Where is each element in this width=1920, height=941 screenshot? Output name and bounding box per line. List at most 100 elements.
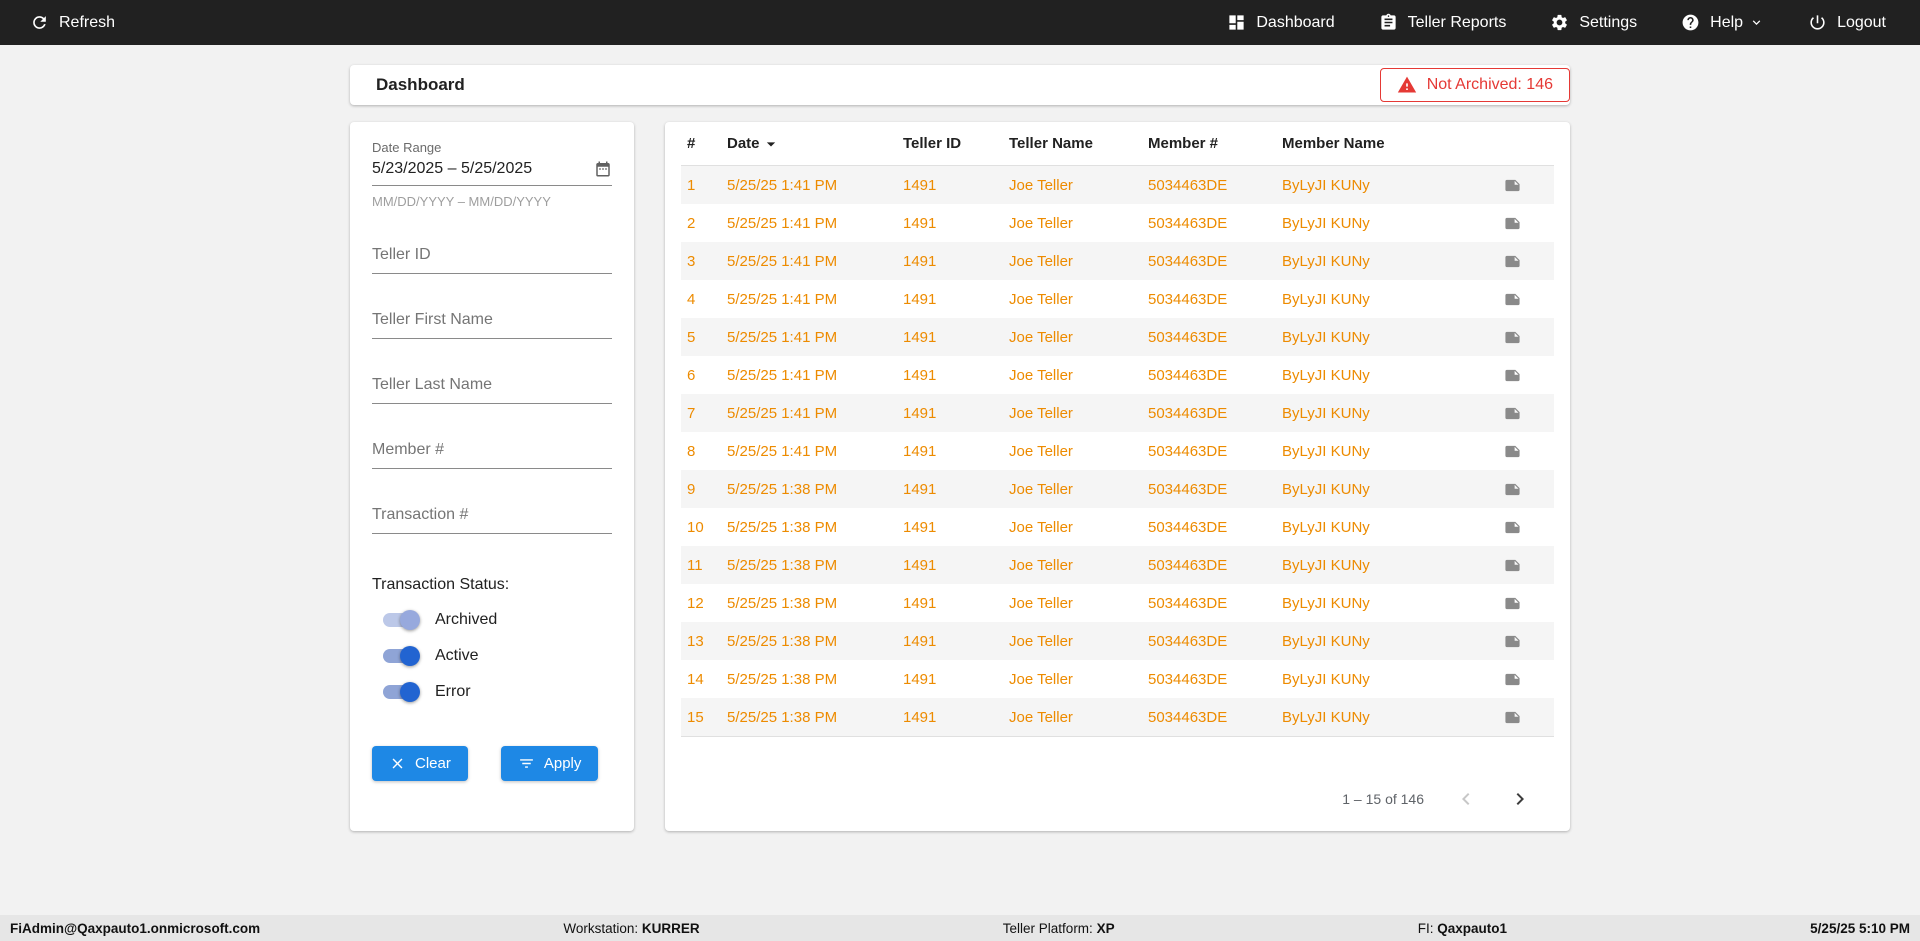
table-row[interactable]: 10 5/25/25 1:38 PM 1491 Joe Teller 50344… bbox=[681, 508, 1554, 546]
refresh-label: Refresh bbox=[59, 13, 116, 31]
note-icon[interactable] bbox=[1504, 481, 1521, 498]
table-row[interactable]: 3 5/25/25 1:41 PM 1491 Joe Teller 503446… bbox=[681, 242, 1554, 280]
table-row[interactable]: 15 5/25/25 1:38 PM 1491 Joe Teller 50344… bbox=[681, 698, 1554, 736]
note-icon[interactable] bbox=[1504, 595, 1521, 612]
table-body: 1 5/25/25 1:41 PM 1491 Joe Teller 503446… bbox=[681, 166, 1554, 737]
date-range-field bbox=[372, 155, 612, 186]
cell-date: 5/25/25 1:41 PM bbox=[727, 252, 838, 270]
table-row[interactable]: 6 5/25/25 1:41 PM 1491 Joe Teller 503446… bbox=[681, 356, 1554, 394]
table-row[interactable]: 8 5/25/25 1:41 PM 1491 Joe Teller 503446… bbox=[681, 432, 1554, 470]
active-switch[interactable] bbox=[382, 646, 420, 666]
cell-member-name: ByLyJI KUNy bbox=[1282, 480, 1370, 498]
cell-teller-id: 1491 bbox=[903, 442, 937, 460]
cell-note bbox=[1504, 367, 1548, 384]
table-row[interactable]: 4 5/25/25 1:41 PM 1491 Joe Teller 503446… bbox=[681, 280, 1554, 318]
cell-member-name: ByLyJI KUNy bbox=[1282, 670, 1370, 688]
table-row[interactable]: 11 5/25/25 1:38 PM 1491 Joe Teller 50344… bbox=[681, 546, 1554, 584]
table-row[interactable]: 13 5/25/25 1:38 PM 1491 Joe Teller 50344… bbox=[681, 622, 1554, 660]
teller-last-name-input[interactable] bbox=[372, 376, 612, 394]
date-range-input[interactable] bbox=[372, 160, 594, 178]
note-icon[interactable] bbox=[1504, 633, 1521, 650]
platform-label: Teller Platform: bbox=[1002, 920, 1093, 936]
cell-num: 4 bbox=[687, 290, 696, 308]
cell-note bbox=[1504, 633, 1548, 650]
nav-logout[interactable]: Logout bbox=[1808, 13, 1886, 32]
note-icon[interactable] bbox=[1504, 329, 1521, 346]
table-row[interactable]: 5 5/25/25 1:41 PM 1491 Joe Teller 503446… bbox=[681, 318, 1554, 356]
teller-last-name-field bbox=[372, 376, 612, 404]
note-icon[interactable] bbox=[1504, 215, 1521, 232]
table-row[interactable]: 12 5/25/25 1:38 PM 1491 Joe Teller 50344… bbox=[681, 584, 1554, 622]
clear-button[interactable]: Clear bbox=[372, 746, 468, 781]
cell-teller-name: Joe Teller bbox=[1009, 366, 1073, 384]
note-icon[interactable] bbox=[1504, 557, 1521, 574]
apply-button[interactable]: Apply bbox=[500, 746, 599, 781]
cell-teller-id: 1491 bbox=[903, 708, 937, 726]
cell-teller-name: Joe Teller bbox=[1009, 480, 1073, 498]
nav-dashboard-label: Dashboard bbox=[1256, 13, 1335, 31]
nav-teller-reports[interactable]: Teller Reports bbox=[1379, 13, 1506, 32]
table-row[interactable]: 1 5/25/25 1:41 PM 1491 Joe Teller 503446… bbox=[681, 166, 1554, 204]
cell-teller-id: 1491 bbox=[903, 594, 937, 612]
nav-settings-label: Settings bbox=[1579, 13, 1638, 31]
cell-date: 5/25/25 1:41 PM bbox=[727, 442, 838, 460]
not-archived-badge[interactable]: Not Archived: 146 bbox=[1379, 68, 1570, 102]
cell-date: 5/25/25 1:38 PM bbox=[727, 594, 838, 612]
note-icon[interactable] bbox=[1504, 177, 1521, 194]
cell-member: 5034463DE bbox=[1148, 252, 1228, 270]
cell-date: 5/25/25 1:41 PM bbox=[727, 290, 838, 308]
date-range-label: Date Range bbox=[372, 140, 442, 155]
cell-teller-name: Joe Teller bbox=[1009, 252, 1073, 270]
toggle-archived[interactable]: Archived bbox=[382, 610, 612, 630]
nav-help[interactable]: Help bbox=[1681, 13, 1764, 32]
cell-teller-name: Joe Teller bbox=[1009, 328, 1073, 346]
archived-switch[interactable] bbox=[382, 610, 420, 630]
top-nav: Dashboard Teller Reports Settings Help L… bbox=[1227, 13, 1886, 32]
error-switch[interactable] bbox=[382, 682, 420, 702]
cell-note bbox=[1504, 519, 1548, 536]
table-row[interactable]: 14 5/25/25 1:38 PM 1491 Joe Teller 50344… bbox=[681, 660, 1554, 698]
col-member-name: Member Name bbox=[1282, 135, 1385, 152]
table-row[interactable]: 7 5/25/25 1:41 PM 1491 Joe Teller 503446… bbox=[681, 394, 1554, 432]
toggle-active[interactable]: Active bbox=[382, 646, 612, 666]
teller-first-name-input[interactable] bbox=[372, 311, 612, 329]
cell-member-name: ByLyJI KUNy bbox=[1282, 556, 1370, 574]
teller-reports-icon bbox=[1381, 13, 1396, 30]
cell-teller-name: Joe Teller bbox=[1009, 556, 1073, 574]
refresh-button[interactable]: Refresh bbox=[30, 13, 115, 32]
table-row[interactable]: 9 5/25/25 1:38 PM 1491 Joe Teller 503446… bbox=[681, 470, 1554, 508]
not-archived-label: Not Archived: 146 bbox=[1426, 76, 1553, 93]
teller-id-input[interactable] bbox=[372, 246, 612, 264]
nav-dashboard[interactable]: Dashboard bbox=[1227, 13, 1335, 32]
note-icon[interactable] bbox=[1504, 405, 1521, 422]
fi-value: Qaxpauto1 bbox=[1437, 920, 1508, 936]
refresh-icon bbox=[33, 16, 46, 29]
note-icon[interactable] bbox=[1504, 443, 1521, 460]
cell-num: 14 bbox=[687, 670, 704, 688]
note-icon[interactable] bbox=[1504, 291, 1521, 308]
note-icon[interactable] bbox=[1504, 709, 1521, 726]
cell-teller-name: Joe Teller bbox=[1009, 176, 1073, 194]
page-header-card: Dashboard Not Archived: 146 bbox=[350, 65, 1570, 105]
calendar-icon[interactable] bbox=[594, 160, 612, 178]
note-icon[interactable] bbox=[1504, 519, 1521, 536]
prev-page-button[interactable] bbox=[1454, 787, 1478, 811]
table-header-row: # Date Teller ID Teller Name Member # Me… bbox=[681, 122, 1554, 166]
toggle-error[interactable]: Error bbox=[382, 682, 612, 702]
note-icon[interactable] bbox=[1504, 367, 1521, 384]
nav-settings[interactable]: Settings bbox=[1550, 13, 1637, 32]
note-icon[interactable] bbox=[1504, 253, 1521, 270]
active-toggle-label: Active bbox=[435, 647, 479, 664]
table-row[interactable]: 2 5/25/25 1:41 PM 1491 Joe Teller 503446… bbox=[681, 204, 1554, 242]
date-range-hint: MM/DD/YYYY – MM/DD/YYYY bbox=[372, 194, 551, 209]
col-date-sort[interactable]: Date bbox=[727, 134, 903, 154]
cell-member: 5034463DE bbox=[1148, 556, 1228, 574]
nav-help-label: Help bbox=[1710, 13, 1744, 31]
status-datetime: 5/25/25 5:10 PM bbox=[1810, 920, 1910, 936]
member-number-input[interactable] bbox=[372, 441, 612, 459]
note-icon[interactable] bbox=[1504, 671, 1521, 688]
transaction-number-input[interactable] bbox=[372, 506, 612, 524]
cell-note bbox=[1504, 709, 1548, 726]
cell-note bbox=[1504, 443, 1548, 460]
next-page-button[interactable] bbox=[1508, 787, 1532, 811]
